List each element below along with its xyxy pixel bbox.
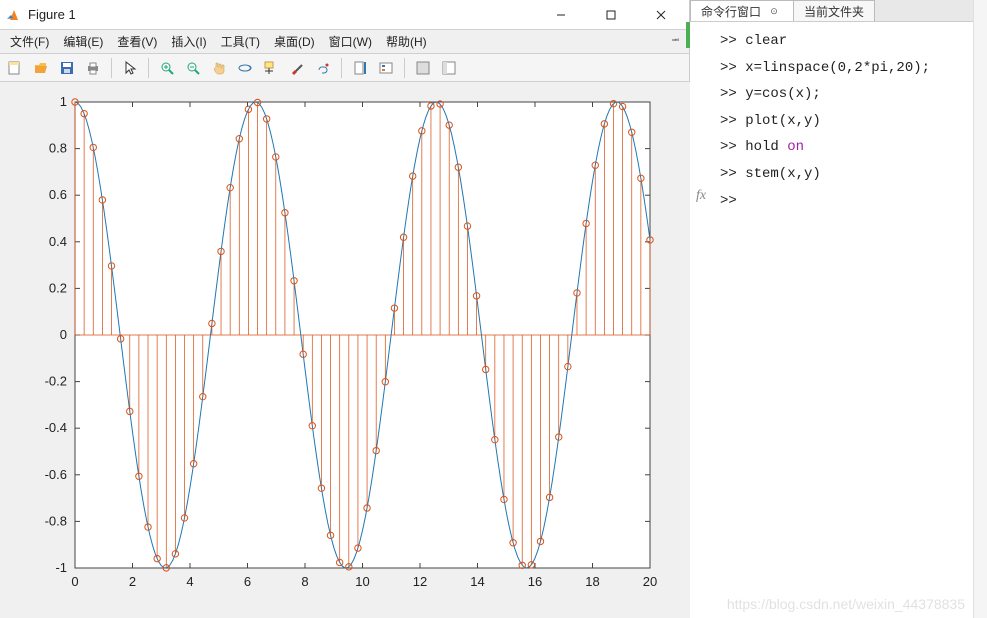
scrollbar-stub bbox=[973, 0, 987, 618]
y-tick-label: -0.4 bbox=[45, 420, 67, 435]
link-button[interactable] bbox=[312, 57, 334, 79]
y-tick-label: 0.2 bbox=[49, 280, 67, 295]
command-line: >> clear bbox=[698, 28, 965, 55]
colorbar-button[interactable] bbox=[349, 57, 371, 79]
maximize-button[interactable] bbox=[589, 0, 633, 30]
x-tick-label: 20 bbox=[643, 574, 657, 589]
menu-help[interactable]: 帮助(H) bbox=[380, 31, 433, 52]
tab-current-folder[interactable]: 当前文件夹 bbox=[793, 0, 875, 21]
window-title: Figure 1 bbox=[28, 7, 76, 22]
menu-desktop[interactable]: 桌面(D) bbox=[268, 31, 321, 52]
dock-icon[interactable]: ⭲ bbox=[665, 31, 685, 52]
figure-window: Figure 1 文件(F) 编辑(E) 查看(V) 插入(I) 工具(T) 桌… bbox=[0, 0, 690, 618]
menu-file[interactable]: 文件(F) bbox=[4, 31, 55, 52]
command-line: >> y=cos(x); bbox=[698, 81, 965, 108]
rotate3d-button[interactable] bbox=[234, 57, 256, 79]
toolbar-separator bbox=[148, 58, 149, 78]
tab-command-window[interactable]: 命令行窗口 ⊙ bbox=[690, 0, 794, 21]
y-tick-label: 0.8 bbox=[49, 141, 67, 156]
zoom-in-button[interactable] bbox=[156, 57, 178, 79]
y-tick-label: -0.2 bbox=[45, 374, 67, 389]
x-tick-label: 6 bbox=[244, 574, 251, 589]
show-tools-button[interactable] bbox=[438, 57, 460, 79]
right-tabs: 命令行窗口 ⊙ 当前文件夹 bbox=[690, 0, 973, 22]
x-tick-label: 10 bbox=[355, 574, 369, 589]
tab-label: 命令行窗口 bbox=[701, 3, 761, 20]
toolbar-separator bbox=[404, 58, 405, 78]
toolbar-separator bbox=[341, 58, 342, 78]
y-tick-label: 0.6 bbox=[49, 187, 67, 202]
toolbar-separator bbox=[111, 58, 112, 78]
brush-button[interactable] bbox=[286, 57, 308, 79]
menu-insert[interactable]: 插入(I) bbox=[165, 31, 212, 52]
y-tick-label: -0.8 bbox=[45, 513, 67, 528]
save-button[interactable] bbox=[56, 57, 78, 79]
fx-prompt-icon: fx bbox=[696, 188, 706, 204]
command-line: >> stem(x,y) bbox=[698, 161, 965, 188]
matlab-logo-icon bbox=[6, 7, 22, 23]
tab-dropdown-icon[interactable]: ⊙ bbox=[765, 6, 783, 17]
y-tick-label: -1 bbox=[55, 560, 67, 575]
menu-view[interactable]: 查看(V) bbox=[111, 31, 163, 52]
print-button[interactable] bbox=[82, 57, 104, 79]
x-tick-label: 12 bbox=[413, 574, 427, 589]
x-tick-label: 14 bbox=[470, 574, 484, 589]
hide-tools-button[interactable] bbox=[412, 57, 434, 79]
right-panel: 命令行窗口 ⊙ 当前文件夹 https://blog.csdn.net/weix… bbox=[690, 0, 973, 618]
close-button[interactable] bbox=[639, 0, 683, 30]
command-window[interactable]: https://blog.csdn.net/weixin_44378835 >>… bbox=[690, 22, 973, 618]
figure-axes[interactable]: 0 2 4 6 8 10 12 14 16 18 20 -1 -0.8 -0.6 -0.4 -0.2 0 0.2 0… bbox=[0, 82, 689, 618]
command-line: >> hold on bbox=[698, 134, 965, 161]
toolbar bbox=[0, 54, 689, 82]
menu-edit[interactable]: 编辑(E) bbox=[57, 31, 109, 52]
new-figure-button[interactable] bbox=[4, 57, 26, 79]
command-line: >> plot(x,y) bbox=[698, 108, 965, 135]
watermark: https://blog.csdn.net/weixin_44378835 bbox=[727, 596, 965, 612]
pan-button[interactable] bbox=[208, 57, 230, 79]
zoom-out-button[interactable] bbox=[182, 57, 204, 79]
menubar: 文件(F) 编辑(E) 查看(V) 插入(I) 工具(T) 桌面(D) 窗口(W… bbox=[0, 30, 689, 54]
titlebar: Figure 1 bbox=[0, 0, 689, 30]
menu-window[interactable]: 窗口(W) bbox=[323, 31, 378, 52]
y-tick-label: 0 bbox=[60, 327, 67, 342]
y-tick-label: 1 bbox=[60, 94, 67, 109]
x-tick-label: 16 bbox=[528, 574, 542, 589]
datacursor-button[interactable] bbox=[260, 57, 282, 79]
x-tick-label: 0 bbox=[71, 574, 78, 589]
tab-label: 当前文件夹 bbox=[804, 3, 864, 20]
legend-button[interactable] bbox=[375, 57, 397, 79]
x-tick-label: 2 bbox=[129, 574, 136, 589]
pointer-button[interactable] bbox=[119, 57, 141, 79]
command-line: >> x=linspace(0,2*pi,20); bbox=[698, 55, 965, 82]
open-button[interactable] bbox=[30, 57, 52, 79]
minimize-button[interactable] bbox=[539, 0, 583, 30]
y-tick-label: -0.6 bbox=[45, 467, 67, 482]
x-tick-label: 4 bbox=[186, 574, 193, 589]
x-tick-label: 18 bbox=[585, 574, 599, 589]
menu-tools[interactable]: 工具(T) bbox=[215, 31, 266, 52]
y-tick-label: 0.4 bbox=[49, 234, 67, 249]
x-tick-label: 8 bbox=[301, 574, 308, 589]
command-line: >> bbox=[698, 188, 965, 215]
